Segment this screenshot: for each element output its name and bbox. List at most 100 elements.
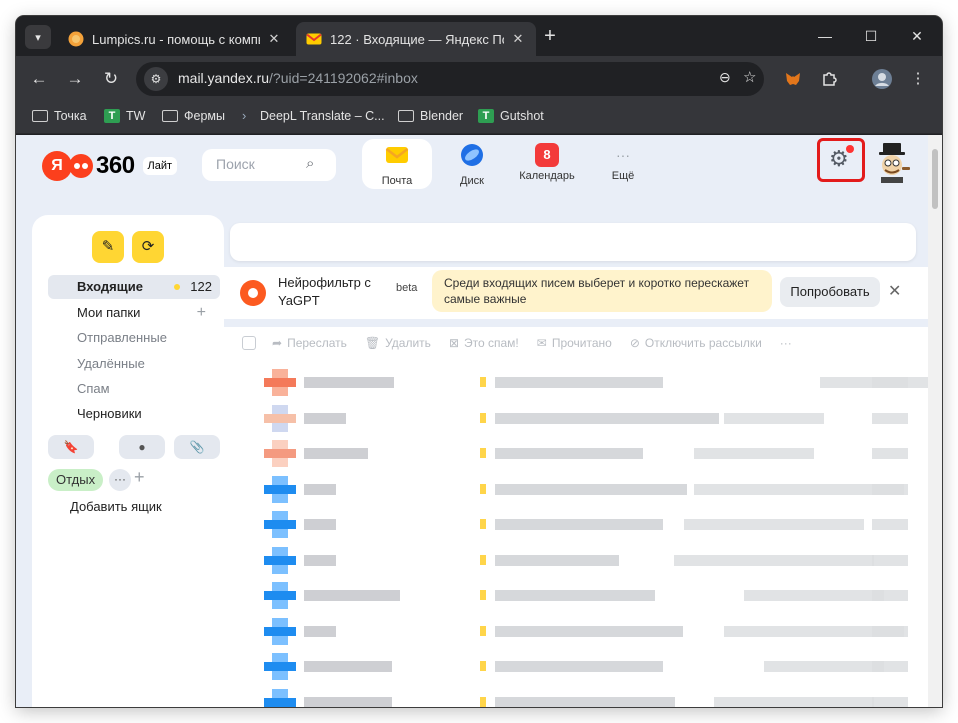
profile-avatar-icon[interactable] bbox=[870, 67, 894, 91]
label-tag[interactable]: Отдых bbox=[48, 469, 104, 491]
more-actions[interactable]: ··· bbox=[780, 336, 792, 350]
subject-blurred bbox=[495, 412, 719, 424]
reload-button[interactable]: ↻ bbox=[99, 67, 123, 91]
unsubscribe-action[interactable]: ⊘ Отключить рассылки bbox=[630, 336, 762, 350]
table-row[interactable] bbox=[224, 614, 928, 649]
close-window-button[interactable]: ✕ bbox=[894, 24, 940, 48]
site-info-icon[interactable]: ⚙ bbox=[144, 67, 168, 91]
forward-button[interactable]: → bbox=[63, 67, 87, 91]
mail-search-input[interactable]: Поиск ⌕ bbox=[202, 149, 336, 181]
close-tab-icon[interactable]: ✕ bbox=[510, 31, 526, 47]
table-row[interactable] bbox=[224, 578, 928, 613]
bookmark-fermy[interactable]: Фермы bbox=[162, 109, 225, 123]
tab-lumpics[interactable]: Lumpics.ru - помощь с компь ✕ bbox=[58, 22, 292, 56]
unread-marker bbox=[480, 483, 486, 494]
folder-sent[interactable]: Отправленные bbox=[48, 326, 220, 350]
bookmarks-bar: Точка T TW Фермы › DeepL Translate – С... … bbox=[16, 102, 942, 134]
unread-filter-button[interactable]: ● bbox=[119, 435, 165, 459]
forward-action[interactable]: ➦ Переслать bbox=[272, 336, 347, 350]
mark-read-action[interactable]: ✉ Прочитано bbox=[537, 336, 612, 350]
message-actions: ➦ Переслать 🗑 Удалить ⊠ Это спам! ✉ Прочитан… bbox=[224, 327, 928, 359]
settings-highlight: ⚙ bbox=[817, 138, 865, 182]
sender-avatar bbox=[264, 440, 296, 467]
service-calendar[interactable]: 8 Календарь bbox=[512, 139, 582, 189]
scrollbar-thumb[interactable] bbox=[932, 149, 938, 209]
bookmark-filter-button[interactable]: 🔖 bbox=[48, 435, 94, 459]
date-blurred bbox=[872, 483, 908, 495]
delete-action[interactable]: 🗑 Удалить bbox=[365, 336, 431, 350]
page-scrollbar[interactable] bbox=[928, 135, 942, 707]
deepl-icon: › bbox=[242, 108, 247, 123]
service-disk[interactable]: Диск bbox=[437, 139, 507, 189]
bookmark-gutshot[interactable]: T Gutshot bbox=[478, 109, 544, 123]
add-label-icon[interactable]: + bbox=[134, 467, 145, 488]
folder-drafts[interactable]: Черновики bbox=[48, 402, 220, 426]
address-bar[interactable]: ⚙ mail.yandex.ru/?uid=241192062#inbox ⊖ … bbox=[136, 62, 764, 96]
table-row[interactable] bbox=[224, 365, 942, 400]
unread-marker bbox=[480, 590, 486, 600]
snippet-blurred bbox=[764, 661, 884, 672]
bookmark-label: Blender bbox=[420, 109, 464, 123]
service-mail[interactable]: Почта bbox=[362, 139, 432, 189]
maximize-button[interactable]: ☐ bbox=[848, 24, 894, 48]
extensions-puzzle-icon[interactable] bbox=[817, 67, 841, 91]
quick-input-bar[interactable] bbox=[230, 223, 916, 261]
refresh-button[interactable]: ⟳ bbox=[132, 231, 164, 263]
table-row[interactable] bbox=[224, 649, 928, 684]
close-icon[interactable]: ✕ bbox=[888, 281, 901, 301]
try-button[interactable]: Попробовать bbox=[780, 277, 880, 307]
tab-search-button[interactable]: ▾ bbox=[25, 25, 51, 49]
action-label: Удалить bbox=[385, 336, 431, 350]
folder-spam[interactable]: Спам bbox=[48, 377, 220, 401]
bookmark-tochka[interactable]: Точка bbox=[32, 109, 87, 123]
table-row[interactable] bbox=[224, 685, 928, 707]
unread-marker bbox=[480, 661, 486, 671]
browser-menu-icon[interactable]: ⋮ bbox=[906, 67, 930, 91]
folder-inbox[interactable]: Входящие 122 bbox=[48, 275, 220, 299]
sender-avatar bbox=[264, 617, 296, 645]
select-all-checkbox[interactable] bbox=[242, 336, 256, 350]
bookmark-star-icon[interactable]: ☆ bbox=[743, 68, 756, 86]
bookmark-label: Gutshot bbox=[500, 109, 544, 123]
bookmark-tw[interactable]: T TW bbox=[104, 109, 145, 123]
sender-name-blurred bbox=[304, 519, 336, 530]
compose-button[interactable]: ✎ bbox=[92, 231, 124, 263]
back-button[interactable]: ← bbox=[27, 67, 51, 91]
bookmark-blender[interactable]: Blender bbox=[398, 109, 463, 123]
minimize-button[interactable]: — bbox=[802, 24, 848, 48]
attachments-filter-button[interactable]: 📎 bbox=[174, 435, 220, 459]
bookmark-deepl[interactable]: › DeepL Translate – С... bbox=[242, 108, 385, 124]
folder-my-folders[interactable]: Мои папки + bbox=[48, 301, 220, 325]
service-more[interactable]: ··· Ещё bbox=[588, 139, 658, 189]
more-labels-icon[interactable]: ··· bbox=[109, 469, 131, 491]
tab-yandex-mail[interactable]: 122 · Входящие — Яндекс Поч ✕ bbox=[296, 22, 536, 56]
more-dots-icon: ··· bbox=[616, 147, 630, 163]
table-row[interactable] bbox=[224, 543, 928, 578]
add-folder-icon[interactable]: + bbox=[197, 301, 206, 325]
new-tab-button[interactable]: + bbox=[538, 25, 562, 49]
subject-blurred bbox=[495, 483, 687, 495]
zoom-icon[interactable]: ⊖ bbox=[719, 69, 731, 86]
search-icon[interactable]: ⌕ bbox=[306, 155, 314, 172]
spam-action[interactable]: ⊠ Это спам! bbox=[449, 336, 519, 350]
add-mailbox-link[interactable]: Добавить ящик bbox=[70, 499, 162, 514]
date-blurred bbox=[872, 625, 908, 637]
user-avatar[interactable] bbox=[871, 141, 913, 183]
folder-deleted[interactable]: Удалённые bbox=[48, 352, 220, 376]
close-tab-icon[interactable]: ✕ bbox=[266, 31, 282, 47]
date-blurred bbox=[872, 661, 908, 672]
service-label: Календарь bbox=[519, 170, 575, 182]
folder-icon bbox=[162, 110, 178, 122]
table-row[interactable] bbox=[224, 436, 928, 471]
table-row[interactable] bbox=[224, 472, 928, 507]
table-row[interactable] bbox=[224, 401, 928, 436]
subject-blurred bbox=[495, 590, 655, 601]
lite-badge: Лайт bbox=[142, 157, 178, 175]
url-text: mail.yandex.ru/?uid=241192062#inbox bbox=[178, 70, 418, 86]
metamask-extension-icon[interactable] bbox=[781, 67, 805, 91]
sender-avatar bbox=[264, 688, 296, 707]
yandex-mail-favicon-icon bbox=[306, 33, 322, 45]
table-row[interactable] bbox=[224, 507, 928, 542]
unread-marker bbox=[480, 412, 486, 423]
yandex-360-logo[interactable]: Я 360 Лайт bbox=[42, 151, 178, 181]
